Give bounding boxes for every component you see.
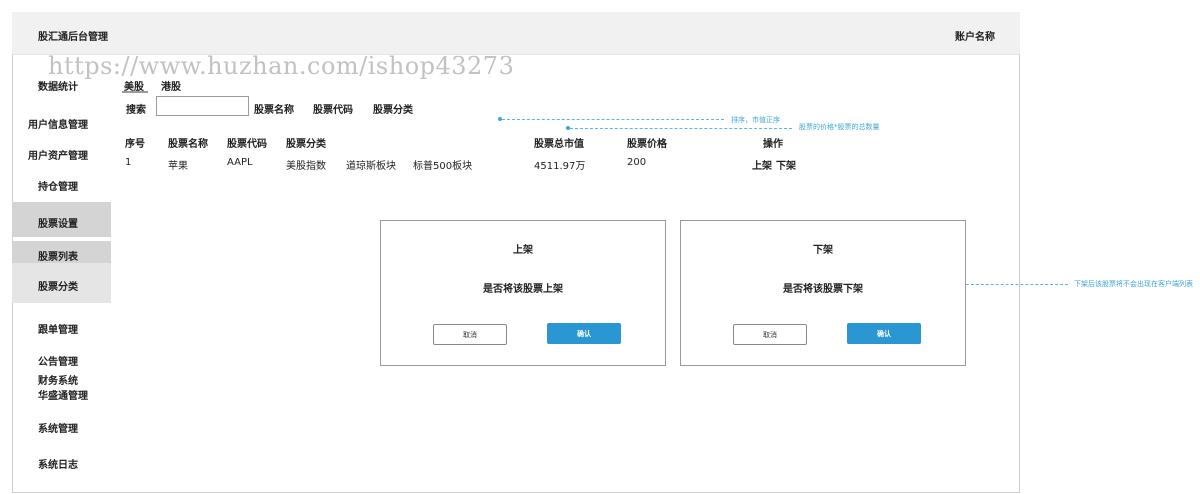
dialog-message: 是否将该股票下架 bbox=[783, 284, 863, 295]
filter-stock-code[interactable]: 股票代码 bbox=[313, 101, 353, 116]
col-header-index: 序号 bbox=[125, 139, 145, 150]
dialog-title: 上架 bbox=[513, 245, 533, 256]
top-header bbox=[12, 12, 1020, 55]
cell-category-1: 美股指数 bbox=[286, 161, 326, 172]
search-label: 搜索 bbox=[126, 105, 146, 116]
cell-index: 1 bbox=[125, 157, 132, 168]
active-tab-indicator bbox=[122, 91, 148, 93]
sidebar-item-user-info[interactable]: 用户信息管理 bbox=[28, 116, 88, 131]
annotation-delist: 下架后该股票将不会出现在客户端列表 bbox=[1074, 280, 1193, 288]
cell-market-cap: 4511.97万 bbox=[534, 161, 586, 172]
sidebar-item-statistics[interactable]: 数据统计 bbox=[38, 78, 78, 93]
annotation-line-sort bbox=[502, 119, 724, 120]
sidebar-item-stock-category[interactable]: 股票分类 bbox=[38, 278, 78, 293]
account-name[interactable]: 账户名称 bbox=[955, 28, 995, 43]
dialog-message: 是否将该股票上架 bbox=[483, 284, 563, 295]
col-header-market-cap[interactable]: 股票总市值 bbox=[534, 135, 584, 150]
dialog-title: 下架 bbox=[813, 245, 833, 256]
col-header-code: 股票代码 bbox=[227, 139, 267, 150]
col-header-price: 股票价格 bbox=[627, 139, 667, 150]
annotation-market-cap: 股票的价格*股票的总数量 bbox=[799, 123, 880, 131]
sidebar-item-user-assets[interactable]: 用户资产管理 bbox=[28, 147, 88, 162]
watermark-text: https://www.huzhan.com/ishop43273 bbox=[48, 52, 515, 80]
confirm-button[interactable]: 确认 bbox=[547, 323, 621, 344]
sidebar-item-stock-settings[interactable]: 股票设置 bbox=[38, 215, 78, 230]
sidebar-item-copy-trading[interactable]: 跟单管理 bbox=[38, 321, 78, 336]
cancel-button[interactable]: 取消 bbox=[733, 324, 807, 345]
cell-code: AAPL bbox=[227, 157, 253, 168]
app-title: 股汇通后台管理 bbox=[38, 32, 108, 43]
action-delist-button[interactable]: 下架 bbox=[776, 157, 796, 172]
sidebar-item-positions[interactable]: 持仓管理 bbox=[38, 178, 78, 193]
cancel-button[interactable]: 取消 bbox=[433, 324, 507, 345]
cell-price: 200 bbox=[627, 157, 647, 168]
filter-stock-name[interactable]: 股票名称 bbox=[254, 101, 294, 116]
sidebar-item-system[interactable]: 系统管理 bbox=[38, 420, 78, 435]
sidebar-item-huasheng[interactable]: 华盛通管理 bbox=[38, 387, 88, 402]
sidebar-item-finance[interactable]: 财务系统 bbox=[38, 372, 78, 387]
confirm-button[interactable]: 确认 bbox=[847, 323, 921, 344]
tab-hk-stocks[interactable]: 港股 bbox=[161, 78, 181, 93]
delist-confirm-dialog: 下架 是否将该股票下架 取消 确认 bbox=[680, 220, 966, 366]
cell-category-3: 标普500板块 bbox=[413, 161, 473, 172]
cell-category-2: 道琼斯板块 bbox=[346, 161, 396, 172]
search-input[interactable] bbox=[156, 96, 249, 116]
annotation-line-market-cap bbox=[570, 128, 792, 129]
cell-name: 苹果 bbox=[168, 161, 188, 172]
sidebar-item-stock-list[interactable]: 股票列表 bbox=[38, 248, 78, 263]
filter-stock-category[interactable]: 股票分类 bbox=[373, 101, 413, 116]
list-confirm-dialog: 上架 是否将该股票上架 取消 确认 bbox=[380, 220, 666, 366]
sidebar-item-announcements[interactable]: 公告管理 bbox=[38, 353, 78, 368]
col-header-category: 股票分类 bbox=[286, 139, 326, 150]
sidebar-item-system-log[interactable]: 系统日志 bbox=[38, 456, 78, 471]
col-header-name: 股票名称 bbox=[168, 139, 208, 150]
action-list-button[interactable]: 上架 bbox=[752, 157, 772, 172]
annotation-sort: 排序，市值正序 bbox=[731, 116, 780, 124]
col-header-actions: 操作 bbox=[763, 139, 783, 150]
